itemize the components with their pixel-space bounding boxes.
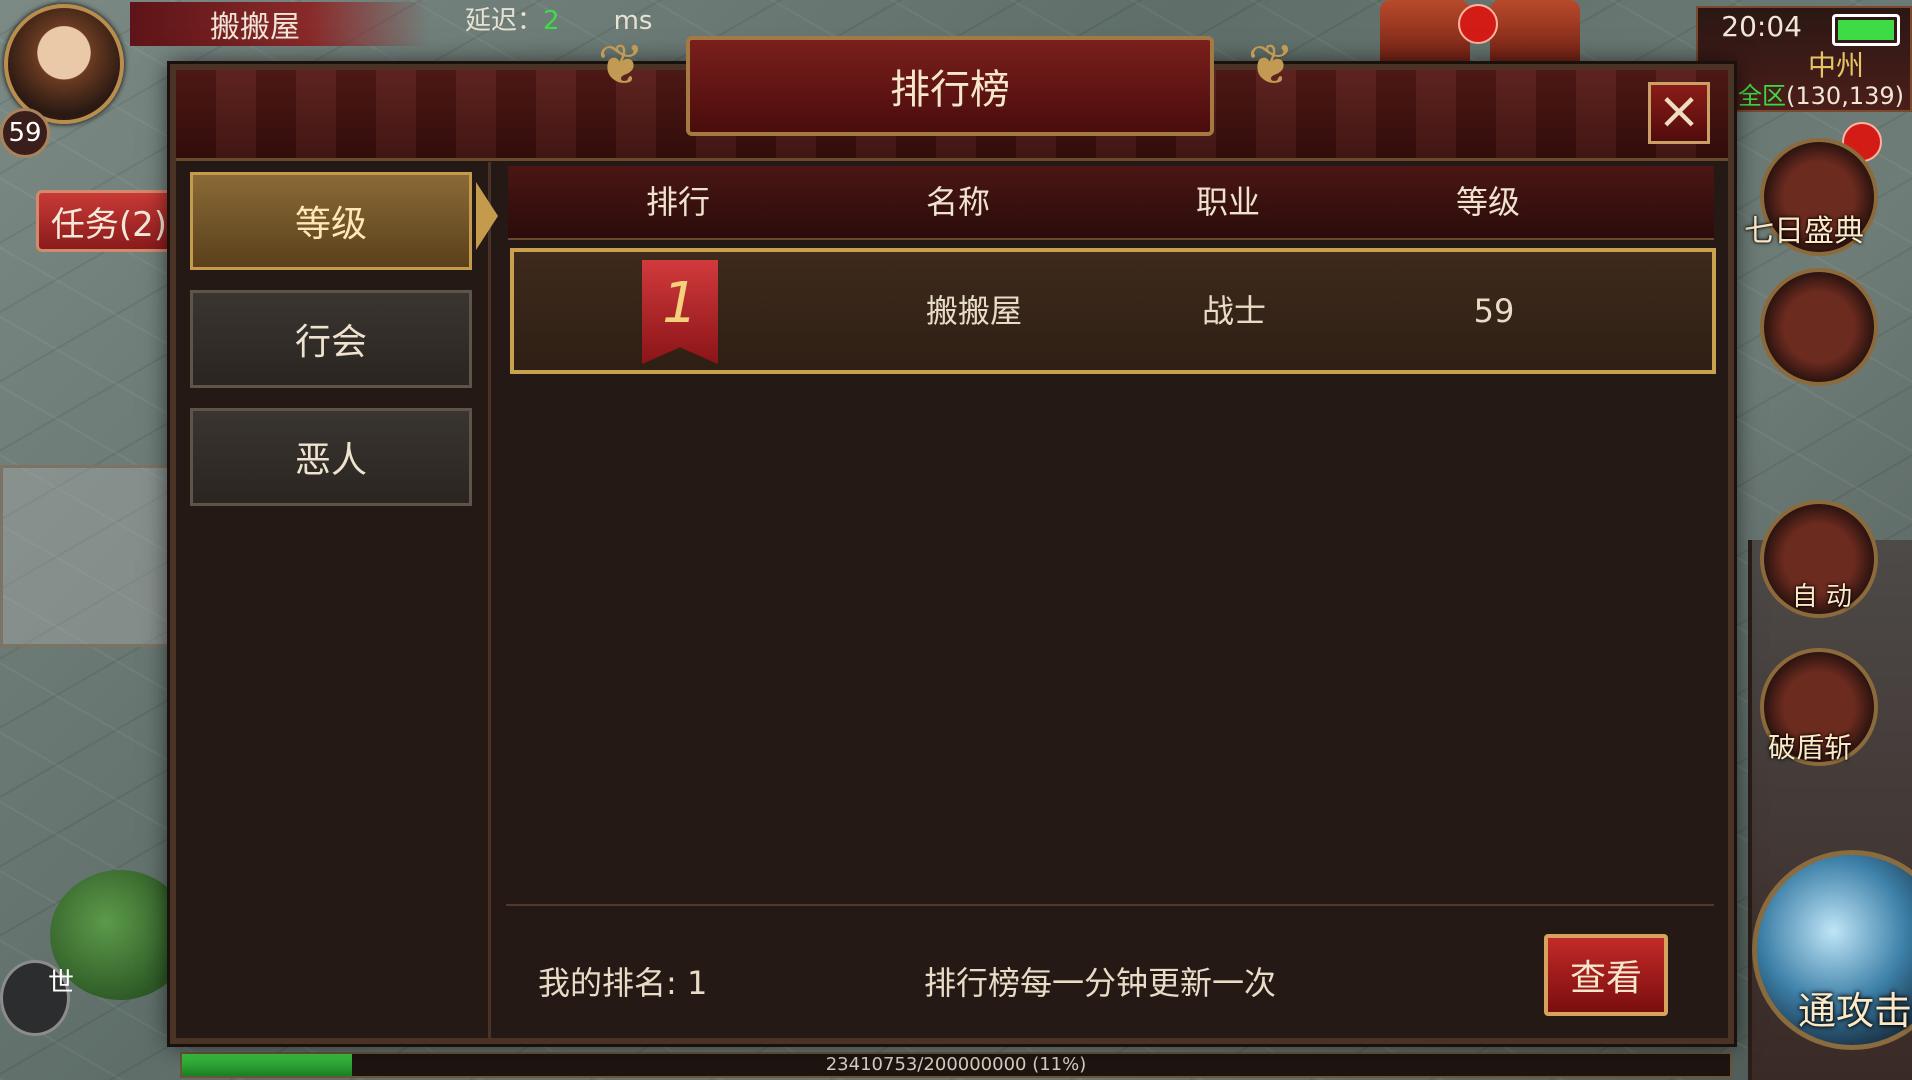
- auto-label: 自 动: [1791, 582, 1852, 612]
- tab-villain[interactable]: 恶人: [190, 408, 472, 506]
- table-header: 排行 名称 职业 等级: [508, 166, 1714, 240]
- panel-title: 排行榜: [686, 36, 1214, 136]
- clock: 20:04: [1721, 10, 1802, 43]
- row-class: 战士: [1201, 292, 1266, 330]
- row-name: 搬搬屋: [925, 292, 1022, 330]
- activity-icons: [1380, 0, 1680, 70]
- attack-label: 通攻击: [1797, 989, 1912, 1033]
- battery-icon: [1832, 14, 1900, 46]
- footer-divider: [506, 904, 1714, 906]
- event-icon[interactable]: [1490, 0, 1580, 70]
- player-level-badge: 59: [0, 108, 50, 158]
- my-rank-label: 我的排名:: [538, 964, 677, 1002]
- experience-text: 23410753/200000000 (11%): [825, 1054, 1087, 1075]
- seven-day-label: 七日盛典: [1744, 214, 1864, 249]
- chat-area[interactable]: [0, 465, 176, 647]
- world-channel-label[interactable]: 世: [48, 962, 74, 999]
- tab-guild[interactable]: 行会: [190, 290, 472, 388]
- latency-label: 延迟：: [465, 6, 544, 36]
- skill-label: 破盾斩: [1767, 731, 1852, 764]
- row-level: 59: [1473, 292, 1515, 330]
- ranking-panel: ❦ ❦ 排行榜 × 等级 行会 恶人 排行 名称 职业 等级 1 搬搬屋 战士 …: [170, 33, 1734, 1044]
- quest-button[interactable]: 任务(2): [36, 190, 182, 252]
- update-note: 排行榜每一分钟更新一次: [924, 964, 1277, 1002]
- dragon-ornament-left: ❦: [597, 33, 645, 98]
- column-header-rank: 排行: [645, 183, 710, 221]
- table-row[interactable]: 1 搬搬屋 战士 59: [510, 248, 1716, 374]
- gift-icon[interactable]: [1380, 0, 1470, 70]
- column-header-name: 名称: [925, 183, 990, 221]
- my-rank: 我的排名: 1: [538, 958, 707, 1004]
- notification-dot: [1458, 4, 1498, 44]
- zone-label: 全区: [1738, 82, 1787, 110]
- map-coordinates: 全区(130,139): [1738, 76, 1904, 111]
- coords-value: (130,139): [1786, 82, 1904, 110]
- experience-bar: 23410753/200000000 (11%): [180, 1052, 1732, 1078]
- rank-ribbon: 1: [642, 260, 718, 364]
- my-rank-value: 1: [686, 964, 708, 1002]
- ranking-tabs: 等级 行会 恶人: [176, 162, 491, 1038]
- close-icon[interactable]: ×: [1648, 82, 1710, 144]
- tab-level[interactable]: 等级: [190, 172, 472, 270]
- dragon-ornament-right: ❦: [1247, 33, 1295, 98]
- treasure-chest-icon[interactable]: [1760, 268, 1878, 386]
- column-header-class: 职业: [1195, 183, 1260, 221]
- column-header-level: 等级: [1455, 183, 1520, 221]
- view-button[interactable]: 查看: [1544, 934, 1668, 1016]
- player-name: 搬搬屋: [130, 2, 430, 46]
- player-avatar[interactable]: [4, 4, 124, 124]
- active-tab-arrow-icon: [476, 182, 498, 250]
